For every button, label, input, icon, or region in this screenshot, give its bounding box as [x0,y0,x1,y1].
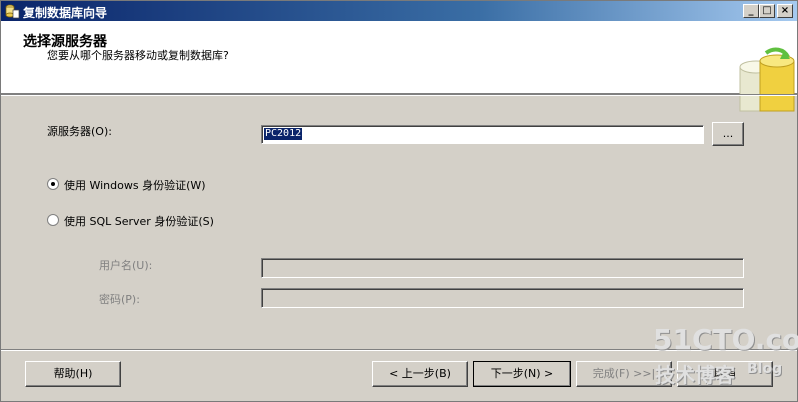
database-copy-icon [5,4,20,19]
cancel-button[interactable]: 取消 [677,361,773,387]
windows-auth-label[interactable]: 使用 Windows 身份验证(W) [64,177,206,193]
minimize-icon: _ [748,5,754,16]
maximize-button[interactable]: □ [759,4,775,18]
title-bar[interactable]: 复制数据库向导 _ □ × [1,1,797,21]
username-label: 用户名(U): [99,259,153,272]
help-button[interactable]: 帮助(H) [25,361,121,387]
header-divider [1,94,797,96]
wizard-header: 选择源服务器 您要从哪个服务器移动或复制数据库? [1,21,797,112]
watermark-site: 51CTO.com [653,323,798,356]
sql-auth-label[interactable]: 使用 SQL Server 身份验证(S) [64,213,214,229]
database-cylinders-icon [739,47,795,112]
source-server-label: 源服务器(O): [47,125,112,138]
footer-divider [1,349,797,351]
username-input[interactable] [261,258,744,278]
minimize-button[interactable]: _ [743,4,759,18]
close-button[interactable]: × [777,4,793,18]
page-subtitle: 您要从哪个服务器移动或复制数据库? [47,49,229,62]
next-button[interactable]: 下一步(N) > [473,361,571,387]
window-title: 复制数据库向导 [23,6,108,20]
close-icon: × [780,5,790,16]
radio-selected-dot [51,182,55,186]
password-label: 密码(P): [99,293,140,306]
finish-button[interactable]: 完成(F) >>| [576,361,672,387]
back-button[interactable]: < 上一步(B) [372,361,468,387]
browse-server-button[interactable]: ... [712,122,744,146]
windows-auth-radio[interactable] [47,178,59,190]
copy-database-wizard-window: 复制数据库向导 _ □ × 选择源服务器 您要从哪个服务器移动或复制数据库? 源… [0,0,798,402]
maximize-icon: □ [762,5,772,16]
password-input[interactable] [261,288,744,308]
source-server-input[interactable]: PC2012 [261,125,704,144]
source-server-value: PC2012 [264,128,303,140]
sql-auth-radio[interactable] [47,214,59,226]
